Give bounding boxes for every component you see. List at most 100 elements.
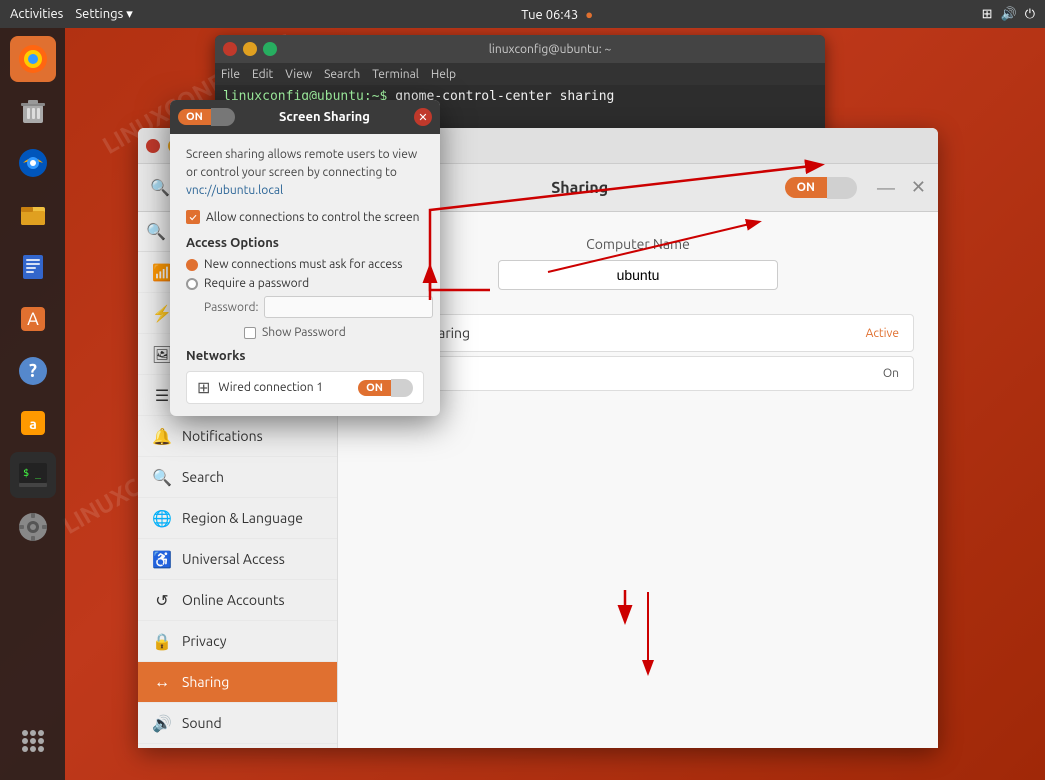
software-icon[interactable]: A xyxy=(10,296,56,342)
settings-page-title: Sharing xyxy=(387,179,773,197)
background-icon: 🖼 xyxy=(152,344,172,364)
sidebar-label-notifications: Notifications xyxy=(182,428,263,444)
thunderbird-icon[interactable] xyxy=(10,140,56,186)
dialog-body: Screen sharing allows remote users to vi… xyxy=(170,134,440,416)
settings-menu[interactable]: Settings ▾ xyxy=(75,7,132,22)
online-accounts-icon: ↺ xyxy=(152,590,172,610)
networks-section: Networks ⊞ Wired connection 1 ON xyxy=(186,349,424,404)
app-grid-button[interactable] xyxy=(10,718,56,764)
network-row: ⊞ Wired connection 1 ON xyxy=(186,371,424,404)
password-row: Password: xyxy=(186,296,424,318)
allow-connections-checkbox[interactable]: ✓ xyxy=(186,210,200,224)
terminal-menu-search[interactable]: Search xyxy=(324,68,360,81)
topbar: Activities Settings ▾ Tue 06:43 ● ⊞ 🔊 ⏻ xyxy=(0,0,1045,28)
settings-close-btn[interactable] xyxy=(146,139,160,153)
universal-access-icon: ♿ xyxy=(152,549,172,569)
terminal-minimize-btn[interactable] xyxy=(243,42,257,56)
settings-close-header[interactable]: ✕ xyxy=(911,177,926,198)
sidebar-item-universal-access[interactable]: ♿ Universal Access xyxy=(138,539,337,580)
network-toggle-off[interactable] xyxy=(391,379,413,397)
svg-text:A: A xyxy=(27,309,39,329)
svg-text:$ _: $ _ xyxy=(23,468,42,479)
sidebar-item-sound[interactable]: 🔊 Sound xyxy=(138,703,337,744)
sound-icon[interactable]: 🔊 xyxy=(1001,7,1017,22)
wifi-icon: 📶 xyxy=(152,262,172,282)
radio-new-connections[interactable]: New connections must ask for access xyxy=(186,258,424,271)
terminal-menubar: File Edit View Search Terminal Help xyxy=(215,63,825,85)
sidebar-item-notifications[interactable]: 🔔 Notifications xyxy=(138,416,337,457)
dialog-close-btn[interactable]: ✕ xyxy=(414,108,432,126)
trash-icon[interactable] xyxy=(10,88,56,134)
terminal-menu-help[interactable]: Help xyxy=(431,68,456,81)
network-toggle[interactable]: ON xyxy=(358,379,413,397)
show-password-row: Show Password xyxy=(186,326,424,339)
svg-text:?: ? xyxy=(29,361,37,381)
sidebar-label-online-accounts: Online Accounts xyxy=(182,592,285,608)
dialog-description: Screen sharing allows remote users to vi… xyxy=(186,146,424,200)
dialog-toggle[interactable]: ON xyxy=(178,108,235,126)
dialog-title: Screen Sharing xyxy=(243,110,406,124)
show-password-checkbox[interactable] xyxy=(244,327,256,339)
firefox-icon[interactable] xyxy=(10,36,56,82)
network-icon[interactable]: ⊞ xyxy=(982,7,993,22)
sidebar-item-sharing[interactable]: ↔ Sharing xyxy=(138,662,337,703)
screen-sharing-item[interactable]: Screen Sharing Active xyxy=(362,314,914,352)
dialog-toggle-on[interactable]: ON xyxy=(178,109,211,125)
sharing-item-2[interactable]: On xyxy=(362,356,914,391)
settings-icon[interactable] xyxy=(10,504,56,550)
settings-toggle-on[interactable]: ON xyxy=(785,177,827,198)
sidebar-item-privacy[interactable]: 🔒 Privacy xyxy=(138,621,337,662)
network-name: Wired connection 1 xyxy=(218,381,350,394)
dialog-vnc-link[interactable]: vnc://ubuntu.local xyxy=(186,184,283,197)
dialog-checkbox-row: ✓ Allow connections to control the scree… xyxy=(186,210,424,224)
help-icon[interactable]: ? xyxy=(10,348,56,394)
settings-toggle-off[interactable] xyxy=(827,177,857,199)
sidebar-label-universal-access: Universal Access xyxy=(182,551,285,567)
activities-button[interactable]: Activities xyxy=(10,7,63,21)
radio-require-password[interactable]: Require a password xyxy=(186,277,424,290)
privacy-icon: 🔒 xyxy=(152,631,172,651)
search-icon[interactable]: 🔍 xyxy=(150,178,170,197)
terminal-menu-view[interactable]: View xyxy=(285,68,312,81)
sharing-item-2-status: On xyxy=(883,367,899,380)
password-input[interactable] xyxy=(264,296,433,318)
datetime: Tue 06:43 xyxy=(521,8,578,22)
files-icon[interactable] xyxy=(10,192,56,238)
writer-icon[interactable] xyxy=(10,244,56,290)
access-options-title: Access Options xyxy=(186,236,424,250)
recording-dot: ● xyxy=(585,8,593,22)
sidebar-label-sound: Sound xyxy=(182,715,222,731)
screen-sharing-dialog: ON Screen Sharing ✕ Screen sharing allow… xyxy=(170,100,440,416)
dialog-toggle-off[interactable] xyxy=(211,108,235,126)
amazon-icon[interactable]: a xyxy=(10,400,56,446)
terminal-icon[interactable]: $ _ xyxy=(10,452,56,498)
terminal-titlebar: linuxconfig@ubuntu: ~ xyxy=(215,35,825,63)
computer-name-label: Computer Name xyxy=(362,236,914,252)
terminal-menu-edit[interactable]: Edit xyxy=(252,68,273,81)
sidebar-item-region[interactable]: 🌐 Region & Language xyxy=(138,498,337,539)
region-icon: 🌐 xyxy=(152,508,172,528)
sidebar-label-region: Region & Language xyxy=(182,510,303,526)
notifications-icon: 🔔 xyxy=(152,426,172,446)
radio-new-connections-dot xyxy=(186,259,198,271)
sidebar-item-online-accounts[interactable]: ↺ Online Accounts xyxy=(138,580,337,621)
computer-name-section: Computer Name xyxy=(362,236,914,290)
terminal-close-btn[interactable] xyxy=(223,42,237,56)
sound-settings-icon: 🔊 xyxy=(152,713,172,733)
settings-minimize-header[interactable]: — xyxy=(877,178,895,198)
bluetooth-icon: ⚡ xyxy=(152,303,172,323)
network-toggle-on[interactable]: ON xyxy=(358,380,391,396)
power-icon[interactable]: ⏻ xyxy=(1025,7,1035,22)
dialog-titlebar: ON Screen Sharing ✕ xyxy=(170,100,440,134)
terminal-maximize-btn[interactable] xyxy=(263,42,277,56)
password-label: Password: xyxy=(204,301,258,314)
taskbar: A ? a $ _ xyxy=(0,28,65,780)
terminal-menu-file[interactable]: File xyxy=(221,68,240,81)
computer-name-input[interactable] xyxy=(498,260,778,290)
terminal-menu-terminal[interactable]: Terminal xyxy=(372,68,419,81)
radio-require-password-label: Require a password xyxy=(204,277,309,290)
sidebar-item-power[interactable]: ⚡ Power xyxy=(138,744,337,748)
allow-connections-label: Allow connections to control the screen xyxy=(206,211,420,224)
sidebar-item-search[interactable]: 🔍 Search xyxy=(138,457,337,498)
settings-toggle[interactable]: ON xyxy=(785,177,857,199)
